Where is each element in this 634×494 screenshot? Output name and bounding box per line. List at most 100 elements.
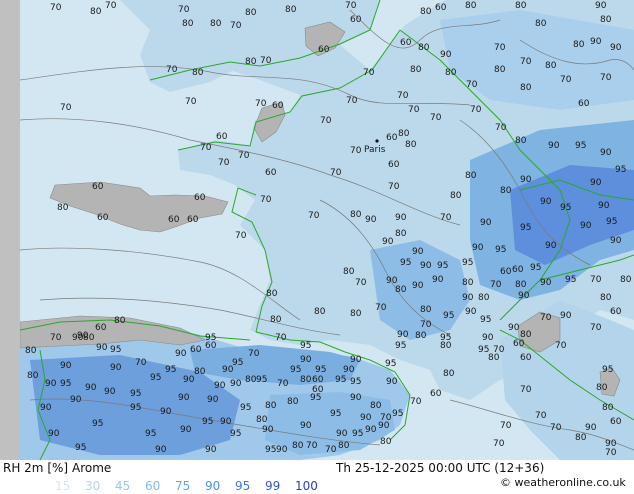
isoline-value-label: 90 [104,387,116,397]
isoline-value-label: 70 [494,43,506,53]
isoline-value-label: 70 [600,73,612,83]
isoline-value-label: 90 [276,445,288,455]
isoline-value-label: 80 [270,315,282,325]
legend-value: 75 [175,479,191,493]
isoline-value-label: 70 [50,333,62,343]
isoline-value-label: 95 [130,389,141,399]
footer-bar: RH 2m [%] Arome Th 25-12-2025 00:00 UTC … [0,460,634,493]
isoline-value-label: 70 [590,323,602,333]
isoline-value-label: 90 [45,379,57,389]
isoline-value-label: 80 [405,140,417,150]
isoline-value-label: 80 [285,5,297,15]
isoline-value-label: 80 [573,40,585,50]
isoline-value-label: 70 [540,313,552,323]
isoline-value-label: 90 [205,445,217,455]
isoline-value-label: 90 [560,311,572,321]
legend-value: 15 [55,479,71,493]
isoline-value-label: 90 [360,413,372,423]
isoline-value-label: 90 [175,349,187,359]
isoline-value-label: 90 [520,175,532,185]
isoline-value-label: 70 [490,280,502,290]
isoline-value-label: 70 [493,439,505,449]
isoline-value-label: 95 [575,141,586,151]
isoline-value-label: 95 [240,403,251,413]
isoline-value-label: 95 [615,165,626,175]
isoline-value-label: 60 [190,345,202,355]
isoline-value-label: 90 [598,201,610,211]
isoline-value-label: 80 [500,186,512,196]
isoline-value-label: 60 [520,353,532,363]
isoline-value-label: 95 [265,445,276,455]
isoline-value-label: 95 [520,223,531,233]
isoline-value-label: 70 [550,423,562,433]
isoline-value-label: 70 [308,211,320,221]
isoline-value-label: 95 [400,258,411,268]
isoline-value-label: 95 [530,263,541,273]
isoline-value-label: 80 [602,403,614,413]
isoline-value-label: 90 [386,377,398,387]
isoline-value-label: 80 [245,8,257,18]
isoline-value-label: 70 [185,97,197,107]
isoline-value-label: 60 [318,45,330,55]
isoline-value-label: 70 [320,116,332,126]
isoline-value-label: 70 [275,333,287,343]
isoline-value-label: 95 [75,443,86,453]
isoline-value-label: 80 [265,401,277,411]
isoline-value-label: 90 [397,330,409,340]
isoline-value-label: 80 [515,280,527,290]
isoline-value-label: 95 [230,429,241,439]
isoline-value-label: 80 [182,19,194,29]
isoline-value-label: 70 [520,57,532,67]
isoline-value-label: 95 [395,341,406,351]
isoline-value-label: 90 [378,421,390,431]
isoline-value-label: 95 [606,217,617,227]
isoline-value-label: 90 [220,417,232,427]
isoline-value-label: 80 [462,278,474,288]
isoline-value-label: 60 [92,182,104,192]
isoline-value-label: 70 [430,113,442,123]
isoline-value-label: 80 [350,210,362,220]
isoline-value-label: 80 [450,191,462,201]
isoline-value-label: 80 [478,293,490,303]
isoline-value-label: 95 [565,275,576,285]
isoline-value-label: 80 [245,375,257,385]
isoline-value-label: 70 [346,96,358,106]
isoline-value-label: 80 [114,316,126,326]
legend-value: 90 [205,479,221,493]
isoline-value-label: 80 [515,1,527,11]
isoline-value-label: 90 [472,243,484,253]
isoline-value-label: 90 [412,281,424,291]
isoline-value-label: 90 [40,403,52,413]
isoline-value-label: 95 [602,365,613,375]
isoline-value-label: 70 [408,105,420,115]
isoline-value-label: 60 [168,215,180,225]
credit-link[interactable]: © weatheronline.co.uk [500,476,626,490]
isoline-value-label: 60 [205,341,217,351]
isoline-value-label: 80 [410,65,422,75]
isoline-value-label: 80 [398,129,410,139]
isoline-value-label: 60 [194,193,206,203]
humidity-map: Paris 70 8070 7080 808070607080 80 60 80 80 9080… [0,0,634,460]
isoline-value-label: 80 [292,441,304,451]
isoline-value-label: 90 [585,423,597,433]
isoline-value-label: 70 [330,168,342,178]
isoline-value-label: 90 [155,445,167,455]
isoline-value-label: 80 [535,19,547,29]
legend-value: 30 [85,479,101,493]
isoline-value-label: 95 [350,377,361,387]
isoline-value-label: 80 [194,367,206,377]
isoline-value-label: 90 [590,178,602,188]
isoline-value-label: 80 [380,437,392,447]
isoline-value-label: 90 [518,291,530,301]
isoline-value-label: 70 [350,146,362,156]
isoline-value-label: 90 [540,278,552,288]
isoline-value-label: 70 [218,158,230,168]
isoline-value-label: 95 [300,341,311,351]
isoline-value-label: 90 [300,355,312,365]
isoline-value-label: 60 [610,307,622,317]
isoline-value-label: 80 [370,401,382,411]
isoline-value-label: 60 [350,15,362,25]
isoline-value-label: 90 [207,395,219,405]
isoline-value-label: 80 [418,43,430,53]
isoline-value-label: 80 [245,57,257,67]
